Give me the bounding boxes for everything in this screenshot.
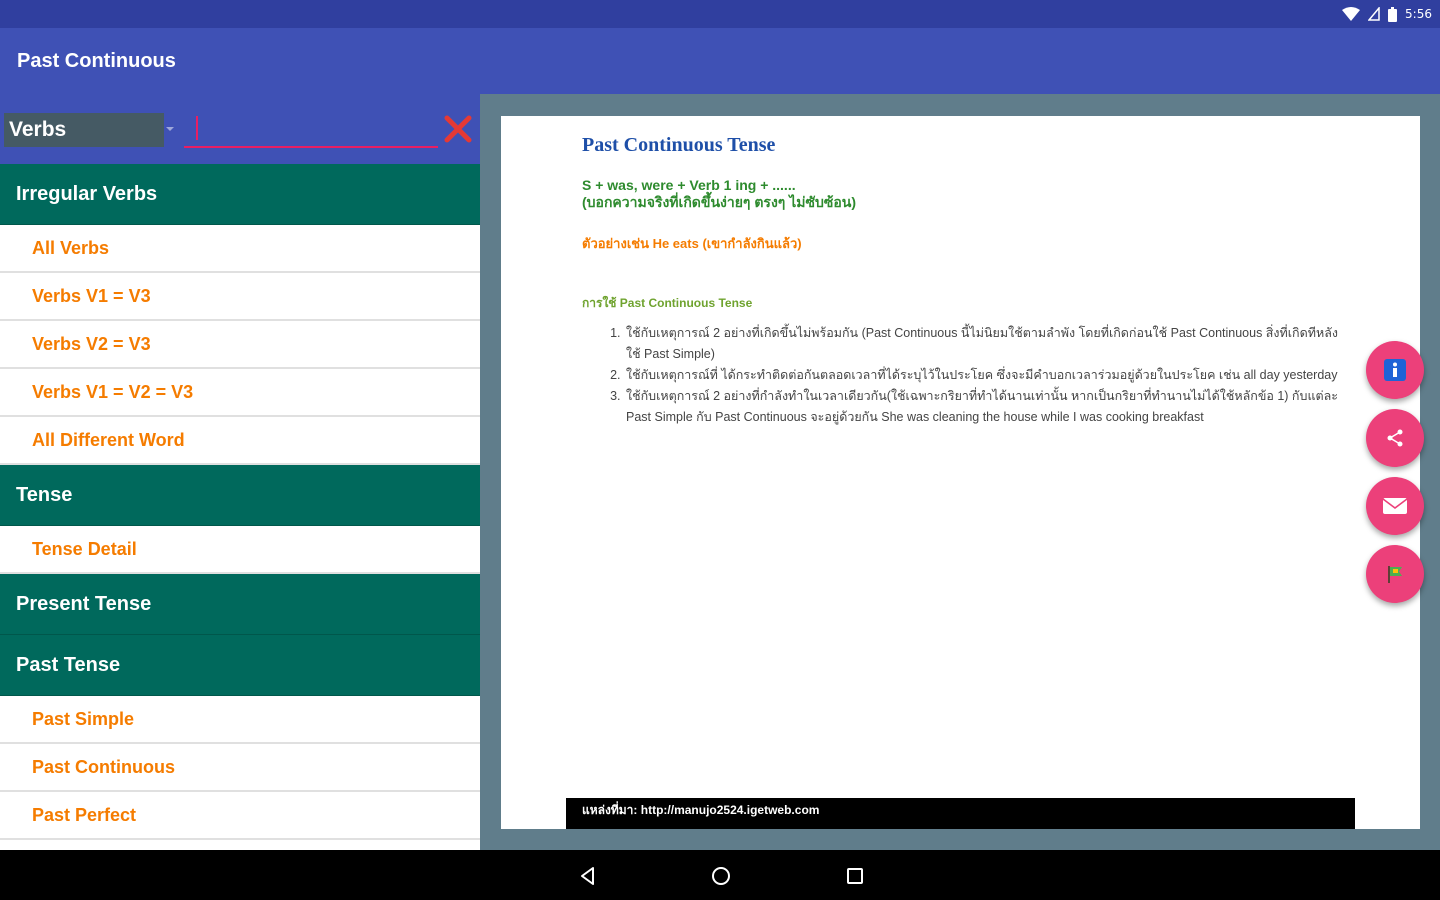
share-button[interactable] [1366,409,1424,467]
content-card: Past Continuous Tense S + was, were + Ve… [501,116,1420,829]
close-icon [444,115,472,143]
sidebar-list: Irregular Verbs All Verbs Verbs V1 = V3 … [0,164,480,840]
battery-icon [1388,6,1398,22]
content-body: Past Continuous Tense S + was, were + Ve… [582,134,1342,428]
section-header-tense[interactable]: Tense [0,465,480,526]
flag-icon [1388,566,1402,583]
back-icon [581,867,594,885]
usage-title: การใช้ Past Continuous Tense [582,296,753,310]
formula-line-1: S + was, were + Verb 1 ing + ...... [582,177,796,193]
list-item-verbs-v2-v3[interactable]: Verbs V2 = V3 [0,321,480,369]
spinner-arrow-icon[interactable] [166,127,174,131]
share-icon [1387,429,1403,447]
formula-line-2: (บอกความจริงที่เกิดขึ้นง่ายๆ ตรงๆ ไม่ซับ… [582,194,856,210]
info-button[interactable] [1366,341,1424,399]
navigation-bar [0,850,1440,900]
clear-search-button[interactable] [443,114,473,144]
example-text: ตัวอย่างเช่น He eats (เขากำลังกินแล้ว) [582,236,802,251]
text-cursor [196,116,198,140]
source-footer: แหล่งที่มา: http://manujo2524.igetweb.co… [566,798,1355,829]
status-time: 5:56 [1405,7,1432,21]
list-item-verbs-v1-v2-v3[interactable]: Verbs V1 = V2 = V3 [0,369,480,417]
recents-icon [847,868,863,884]
recents-button[interactable] [841,862,869,890]
back-button[interactable] [574,862,602,890]
left-pane: Verbs Irregular Verbs All Verbs Verbs V1… [0,94,480,850]
list-item-all-verbs[interactable]: All Verbs [0,225,480,273]
wifi-icon [1342,7,1361,21]
content-title: Past Continuous Tense [582,134,776,156]
usage-item: ใช้กับเหตุการณ์ 2 อย่างที่เกิดขึ้นไม่พร้… [624,323,1342,365]
status-bar: 5:56 [0,0,1440,28]
home-button[interactable] [707,862,735,890]
section-header-past-tense[interactable]: Past Tense [0,635,480,696]
section-header-present-tense[interactable]: Present Tense [0,574,480,635]
right-pane: Past Continuous Tense S + was, were + Ve… [480,94,1440,850]
app-title: Past Continuous [17,50,176,72]
list-item-all-different-word[interactable]: All Different Word [0,417,480,465]
category-spinner[interactable]: Verbs [4,113,164,147]
search-input[interactable] [184,110,438,148]
usage-item: ใช้กับเหตุการณ์ 2 อย่างที่กำลังทำในเวลาเ… [624,386,1342,428]
usage-list: ใช้กับเหตุการณ์ 2 อย่างที่เกิดขึ้นไม่พร้… [582,323,1342,428]
mail-icon [1382,498,1408,514]
home-icon [712,867,730,885]
mail-button[interactable] [1366,477,1424,535]
status-icons: 5:56 [1342,5,1432,23]
signal-icon [1368,7,1380,21]
usage-item: ใช้กับเหตุการณ์ที่ ได้กระทำติดต่อกันตลอด… [624,365,1342,386]
search-row: Verbs [0,94,480,164]
report-button[interactable] [1366,545,1424,603]
list-item-past-continuous[interactable]: Past Continuous [0,744,480,792]
list-item-tense-detail[interactable]: Tense Detail [0,526,480,574]
list-item-verbs-v1-v3[interactable]: Verbs V1 = V3 [0,273,480,321]
list-item-past-perfect[interactable]: Past Perfect [0,792,480,840]
list-item-past-simple[interactable]: Past Simple [0,696,480,744]
info-icon [1384,359,1406,381]
app-bar: Past Continuous [0,28,1440,94]
section-header-irregular-verbs[interactable]: Irregular Verbs [0,164,480,225]
